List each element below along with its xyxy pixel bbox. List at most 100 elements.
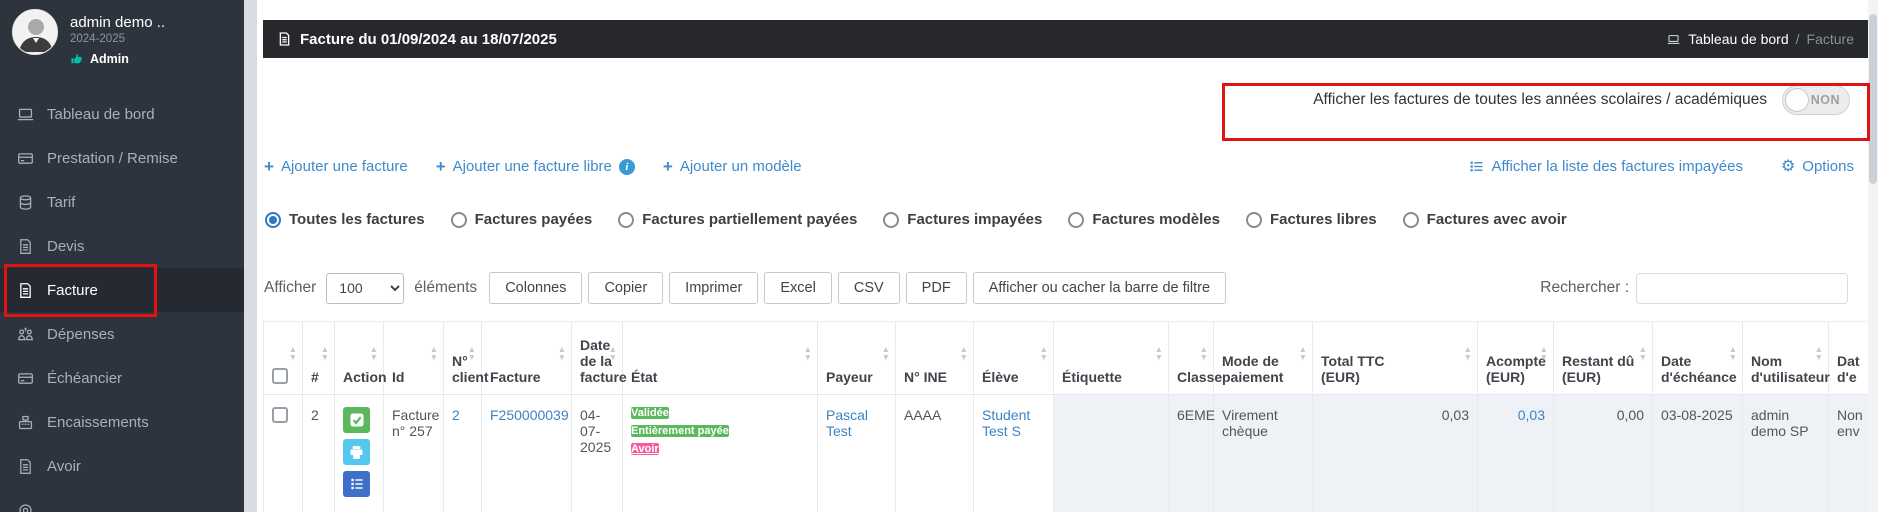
user-panel: admin demo .. 2024-2025 Admin	[0, 0, 244, 80]
show-unpaid-list-label: Afficher la liste des factures impayées	[1491, 158, 1743, 175]
sidebar-item-avoir[interactable]: Avoir	[0, 444, 244, 488]
column-header-acompte[interactable]: Acompte (EUR)	[1477, 321, 1554, 395]
sidebar-menu: Tableau de bord Prestation / Remise Tari…	[0, 92, 244, 512]
column-header-etat[interactable]: État	[622, 321, 818, 395]
add-invoice-link[interactable]: + Ajouter une facture	[264, 158, 408, 175]
cell-payer: Pascal Test	[817, 394, 896, 512]
filter-factures-impayees[interactable]: Factures impayées	[883, 211, 1042, 228]
colonnes-button[interactable]: Colonnes	[489, 272, 583, 304]
column-header-num[interactable]: #	[302, 321, 335, 395]
column-header-total-ttc[interactable]: Total TTC (EUR)	[1312, 321, 1478, 395]
add-template-link[interactable]: + Ajouter un modèle	[663, 158, 802, 175]
sidebar-item-prestation-remise[interactable]: Prestation / Remise	[0, 136, 244, 180]
cell-invoice-no: F250000039	[481, 394, 572, 512]
info-icon[interactable]: i	[618, 158, 635, 175]
sort-icon	[1299, 345, 1307, 361]
cell-due-date: 03-08-2025	[1652, 394, 1743, 512]
table-header-row: # Action Id N° client Facture Date de la…	[263, 321, 1873, 395]
validate-action-button[interactable]	[343, 407, 370, 433]
settings-icon	[19, 503, 32, 512]
sidebar-item-echeancier[interactable]: Échéancier	[0, 356, 244, 400]
filter-toutes-les-factures[interactable]: Toutes les factures	[265, 211, 425, 228]
sort-icon	[1815, 345, 1823, 361]
column-header-action[interactable]: Action	[334, 321, 387, 395]
cell-id: Facture n° 257	[383, 394, 444, 512]
check-square-icon	[350, 413, 363, 427]
copier-button[interactable]: Copier	[588, 272, 664, 304]
all-years-toggle-switch[interactable]: NON	[1782, 85, 1850, 115]
sidebar-item-devis[interactable]: Devis	[0, 224, 244, 268]
column-header-username[interactable]: Nom d'utilisateur	[1742, 321, 1830, 395]
show-label: Afficher	[264, 279, 317, 296]
coins-icon	[19, 194, 32, 210]
toggle-filter-bar-button[interactable]: Afficher ou cacher la barre de filtre	[972, 272, 1227, 304]
sidebar-item-tarif[interactable]: Tarif	[0, 180, 244, 224]
filter-factures-libres[interactable]: Factures libres	[1245, 211, 1377, 228]
sidebar-item-encaissements[interactable]: Encaissements	[0, 400, 244, 444]
column-header-ine[interactable]: N° INE	[895, 321, 974, 395]
filter-factures-modeles[interactable]: Factures modèles	[1068, 211, 1220, 228]
row-checkbox[interactable]	[272, 407, 288, 423]
add-free-invoice-link[interactable]: + Ajouter une facture libre i	[436, 158, 635, 175]
invoice-link[interactable]: F250000039	[490, 407, 569, 423]
print-action-button[interactable]	[343, 439, 370, 465]
filter-label: Factures impayées	[907, 211, 1043, 228]
column-header-classe[interactable]: Classe	[1168, 321, 1222, 395]
column-header-facture[interactable]: Facture	[481, 321, 572, 395]
search-input[interactable]	[1636, 272, 1848, 304]
cell-total-ttc: 0,03	[1312, 394, 1478, 512]
csv-button[interactable]: CSV	[837, 272, 900, 304]
column-header-etiquette[interactable]: Étiquette	[1053, 321, 1169, 395]
table-row: 2 Facture n° 257 2 F250000039 04-07-2025	[263, 394, 1873, 512]
status-badge-avoir[interactable]: Avoir	[631, 443, 659, 455]
column-header-client-no[interactable]: N° client	[443, 321, 489, 395]
radio-selected-icon	[265, 211, 281, 228]
column-header-eleve[interactable]: Élève	[973, 321, 1054, 395]
select-all-checkbox[interactable]	[272, 368, 288, 384]
acompte-link[interactable]: 0,03	[1518, 407, 1545, 423]
sort-icon	[1639, 345, 1647, 361]
column-header-invoice-date[interactable]: Date de la facture	[571, 321, 627, 395]
content-gap	[244, 0, 257, 512]
breadcrumb-home[interactable]: Tableau de bord	[1688, 31, 1788, 47]
monitor-icon	[1667, 34, 1680, 44]
column-header-payeur[interactable]: Payeur	[817, 321, 896, 395]
add-template-label: Ajouter un modèle	[679, 158, 802, 175]
sidebar-item-facture[interactable]: Facture	[0, 268, 244, 312]
cell-acompte: 0,03	[1477, 394, 1554, 512]
options-link[interactable]: ⚙ Options	[1781, 158, 1854, 175]
excel-button[interactable]: Excel	[764, 272, 832, 304]
client-link[interactable]: 2	[452, 407, 460, 423]
column-header-select-all[interactable]	[263, 321, 303, 395]
pdf-button[interactable]: PDF	[905, 272, 967, 304]
invoice-filter-radios: Toutes les factures Factures payées Fact…	[257, 175, 1868, 228]
credit-card-icon	[18, 372, 33, 384]
column-header-payment-mode[interactable]: Mode de paiement	[1213, 321, 1313, 395]
status-badge-validee: Validée	[631, 407, 669, 419]
sidebar-item-label: Échéancier	[47, 369, 123, 387]
sidebar: admin demo .. 2024-2025 Admin Tableau de…	[0, 0, 244, 512]
imprimer-button[interactable]: Imprimer	[669, 272, 759, 304]
column-header-due-date[interactable]: Date d'échéance	[1652, 321, 1743, 395]
payer-link[interactable]: Pascal Test	[826, 407, 868, 439]
sort-icon	[1540, 345, 1548, 361]
breadcrumb-current: Facture	[1806, 31, 1854, 47]
column-header-clipped[interactable]: Dat d'e	[1828, 321, 1873, 395]
sidebar-item-label: Prestation / Remise	[47, 149, 178, 167]
filter-factures-avec-avoir[interactable]: Factures avec avoir	[1402, 211, 1567, 228]
all-years-toggle-label: Afficher les factures de toutes les anné…	[1313, 91, 1767, 108]
breadcrumb: Tableau de bord / Facture	[1666, 31, 1854, 47]
sidebar-item-partial[interactable]	[0, 488, 244, 512]
sidebar-item-tableau-de-bord[interactable]: Tableau de bord	[0, 92, 244, 136]
show-unpaid-list-link[interactable]: Afficher la liste des factures impayées	[1469, 158, 1743, 175]
page-size-select[interactable]: 100	[326, 272, 405, 304]
student-link[interactable]: Student Test S	[982, 407, 1030, 439]
scrollbar-thumb[interactable]	[1869, 14, 1877, 184]
column-header-restant-du[interactable]: Restant dû (EUR)	[1553, 321, 1653, 395]
invoices-table: # Action Id N° client Facture Date de la…	[263, 321, 1873, 512]
filter-factures-payees[interactable]: Factures payées	[450, 211, 592, 228]
filter-factures-partiellement-payees[interactable]: Factures partiellement payées	[618, 211, 857, 228]
column-header-id[interactable]: Id	[383, 321, 444, 395]
sidebar-item-depenses[interactable]: Dépenses	[0, 312, 244, 356]
details-action-button[interactable]	[343, 471, 370, 497]
